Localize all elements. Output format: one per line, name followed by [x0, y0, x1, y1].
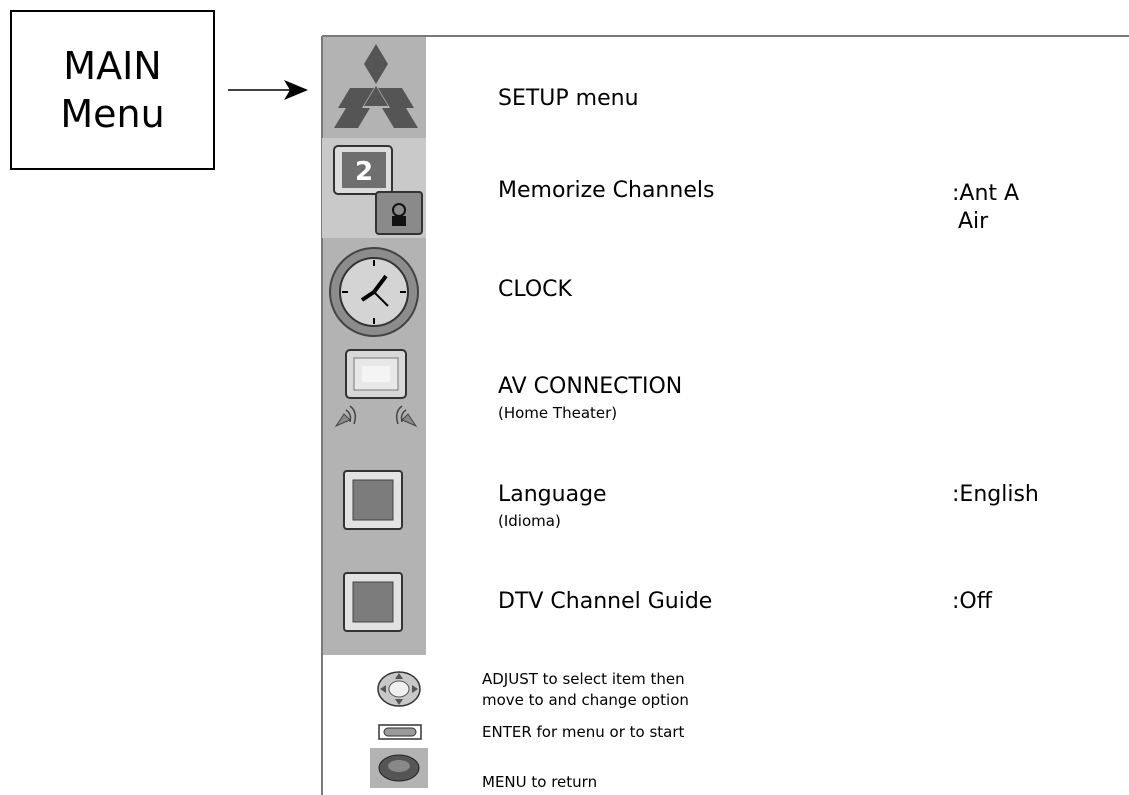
menu-item-memorize-channels[interactable]: Memorize Channels	[498, 178, 714, 203]
adjust-help-line-1: ADJUST to select item then	[482, 670, 685, 688]
arrow-right-icon	[228, 80, 308, 100]
dtv-channel-guide-value: :Off	[952, 589, 992, 614]
callout-line-2: Menu	[60, 92, 165, 136]
value-air: Air	[958, 209, 989, 234]
memorize-channels-value: :Ant A Air	[952, 180, 1019, 236]
dtv-guide-icon[interactable]	[343, 572, 403, 632]
main-menu-callout: MAIN Menu	[10, 10, 215, 170]
adjust-help-line-2: move to and change option	[482, 691, 689, 709]
value-antenna: :Ant A	[952, 181, 1020, 206]
callout-line-1: MAIN	[63, 44, 162, 88]
av-connection-sublabel: (Home Theater)	[498, 404, 618, 422]
adjust-pad-icon	[377, 671, 421, 707]
enter-help-text: ENTER for menu or to start	[482, 723, 685, 741]
clock-icon[interactable]	[328, 246, 420, 338]
menu-item-dtv-channel-guide[interactable]: DTV Channel Guide	[498, 589, 712, 614]
language-value: :English	[952, 482, 1039, 507]
language-icon[interactable]	[343, 470, 403, 530]
menu-item-setup[interactable]: SETUP menu	[498, 86, 639, 111]
menu-item-clock[interactable]: CLOCK	[498, 277, 572, 302]
menu-top-border	[322, 35, 1129, 37]
svg-text:2: 2	[355, 157, 373, 187]
av-connection-icon[interactable]	[330, 348, 422, 430]
memorize-channels-icon[interactable]: 2	[322, 138, 426, 238]
enter-button-icon	[378, 724, 422, 740]
language-sublabel: (Idioma)	[498, 512, 561, 530]
menu-item-av-connection[interactable]: AV CONNECTION	[498, 374, 682, 399]
mitsubishi-logo-icon[interactable]	[330, 42, 422, 130]
menu-item-language[interactable]: Language	[498, 482, 607, 507]
menu-help-text: MENU to return	[482, 773, 598, 791]
adjust-help-text: ADJUST to select item then move to and c…	[482, 669, 689, 711]
menu-button-icon	[370, 748, 428, 788]
